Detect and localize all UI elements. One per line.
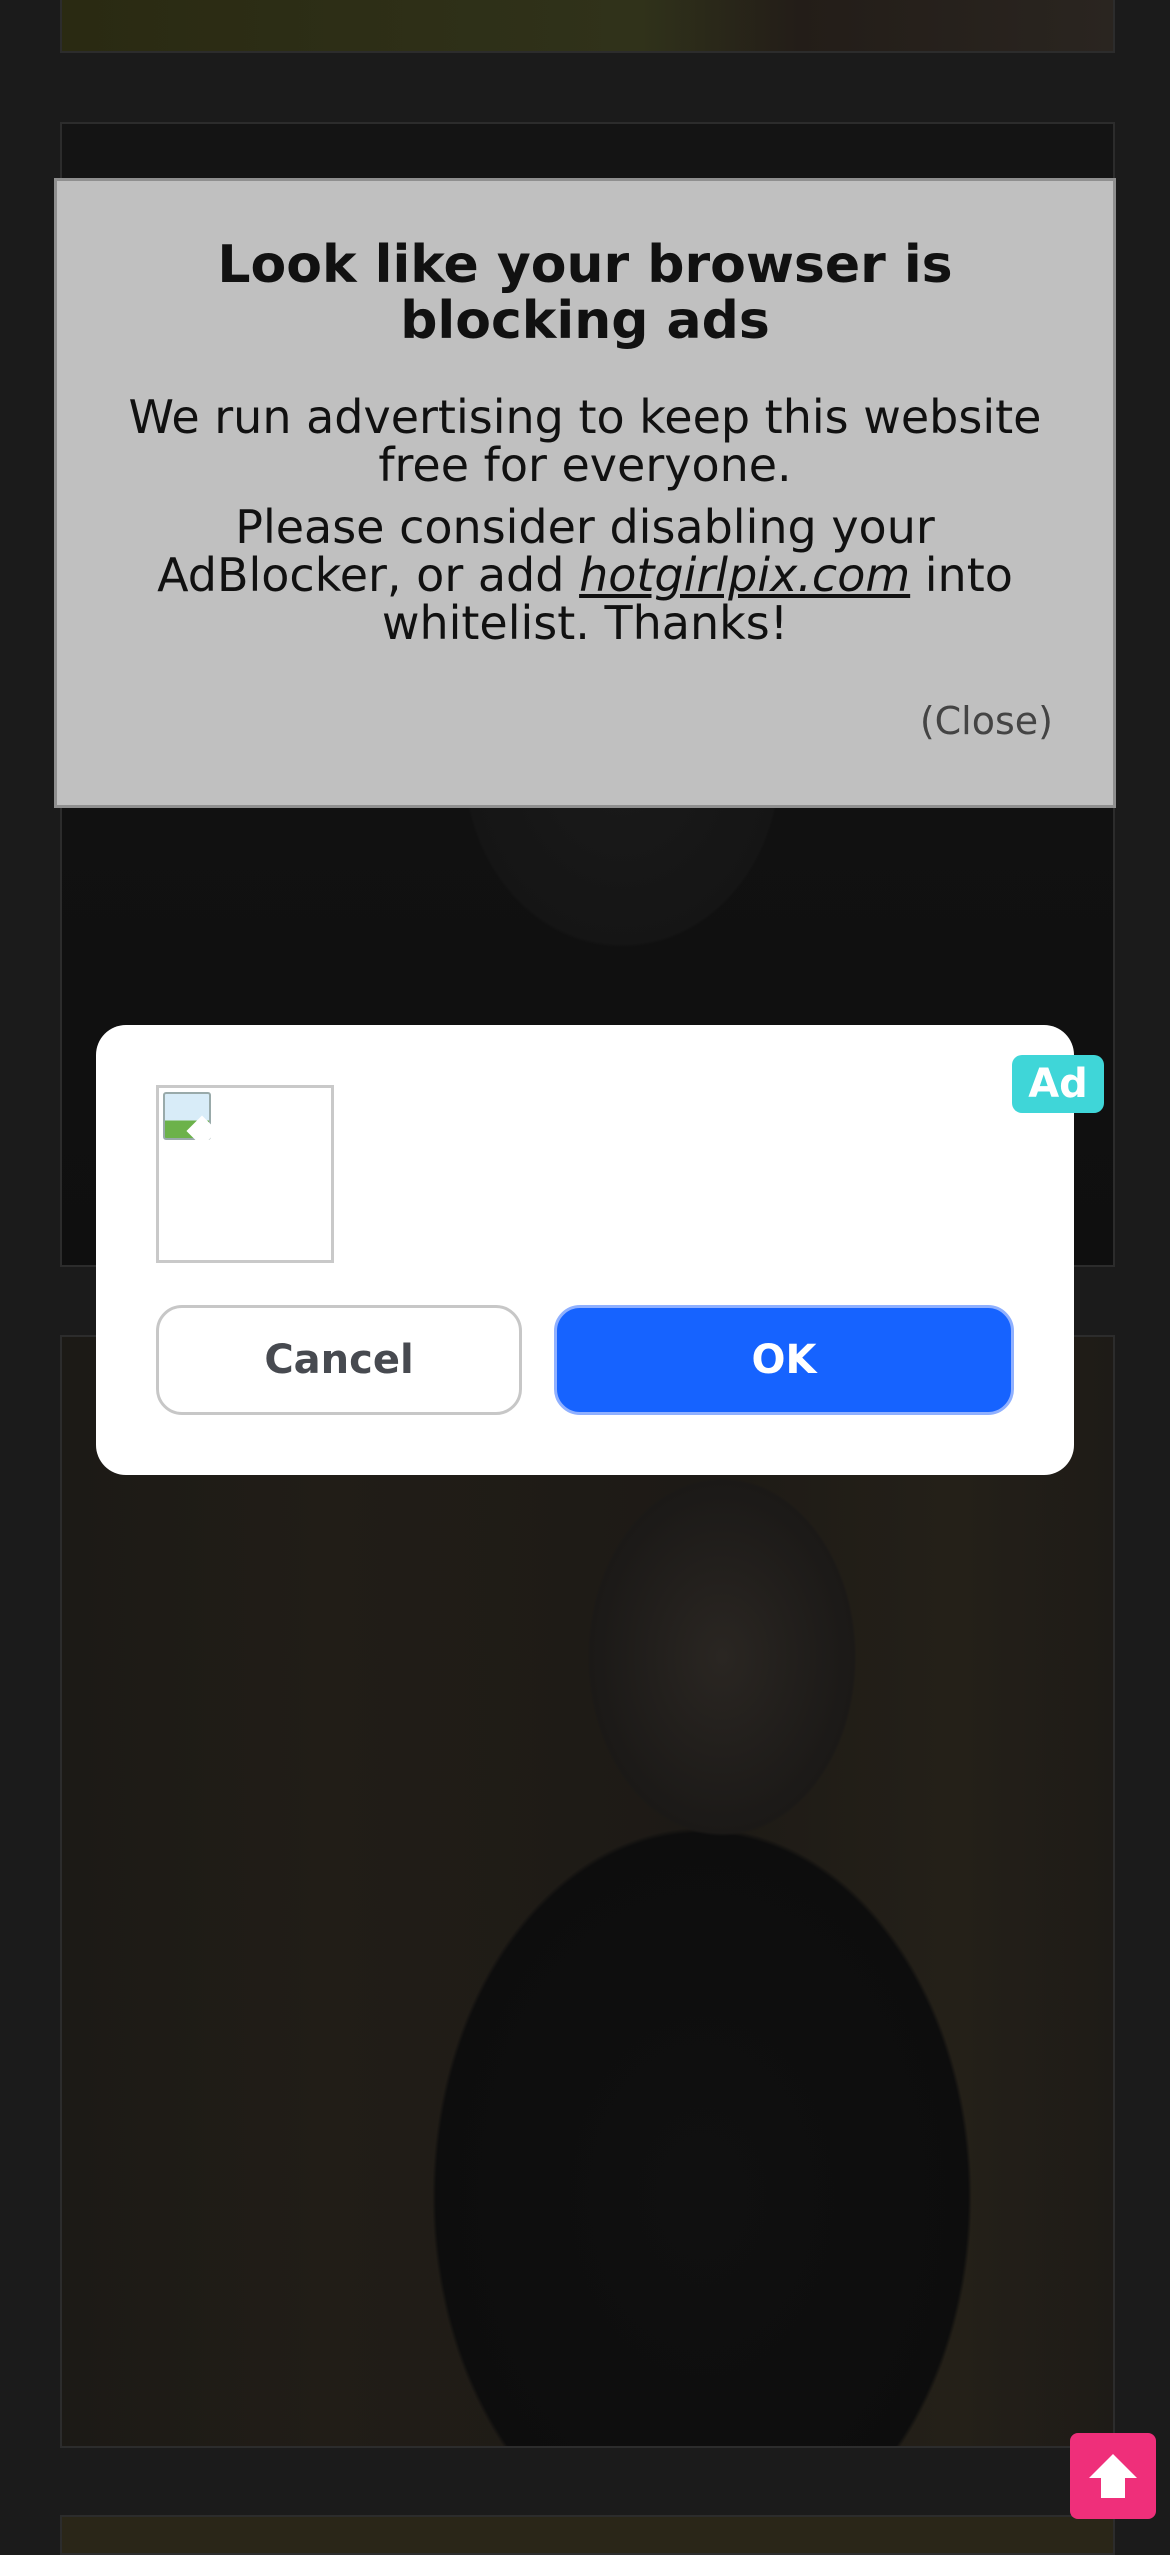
ad-badge: Ad <box>1012 1055 1104 1113</box>
scroll-to-top-button[interactable] <box>1070 2433 1156 2519</box>
broken-image-icon <box>163 1092 211 1140</box>
cancel-button[interactable]: Cancel <box>156 1305 522 1415</box>
ok-button[interactable]: OK <box>554 1305 1014 1415</box>
close-button[interactable]: (Close) <box>920 699 1053 743</box>
ad-image[interactable] <box>156 1085 334 1263</box>
adblock-heading: Look like your browser is blocking ads <box>217 235 953 351</box>
site-link[interactable]: hotgirlpix.com <box>579 548 910 602</box>
gallery-photo[interactable] <box>60 1335 1115 2448</box>
ad-dialog: Ad Cancel OK <box>96 1025 1104 1475</box>
adblock-request: Please consider disabling your AdBlocker… <box>117 503 1053 647</box>
adblock-message: We run advertising to keep this website … <box>128 390 1042 492</box>
gallery-photo[interactable] <box>60 0 1115 53</box>
gallery-photo[interactable] <box>60 2515 1115 2555</box>
adblock-notice: Look like your browser is blocking ads W… <box>54 178 1116 808</box>
arrow-up-icon <box>1089 2454 1137 2498</box>
